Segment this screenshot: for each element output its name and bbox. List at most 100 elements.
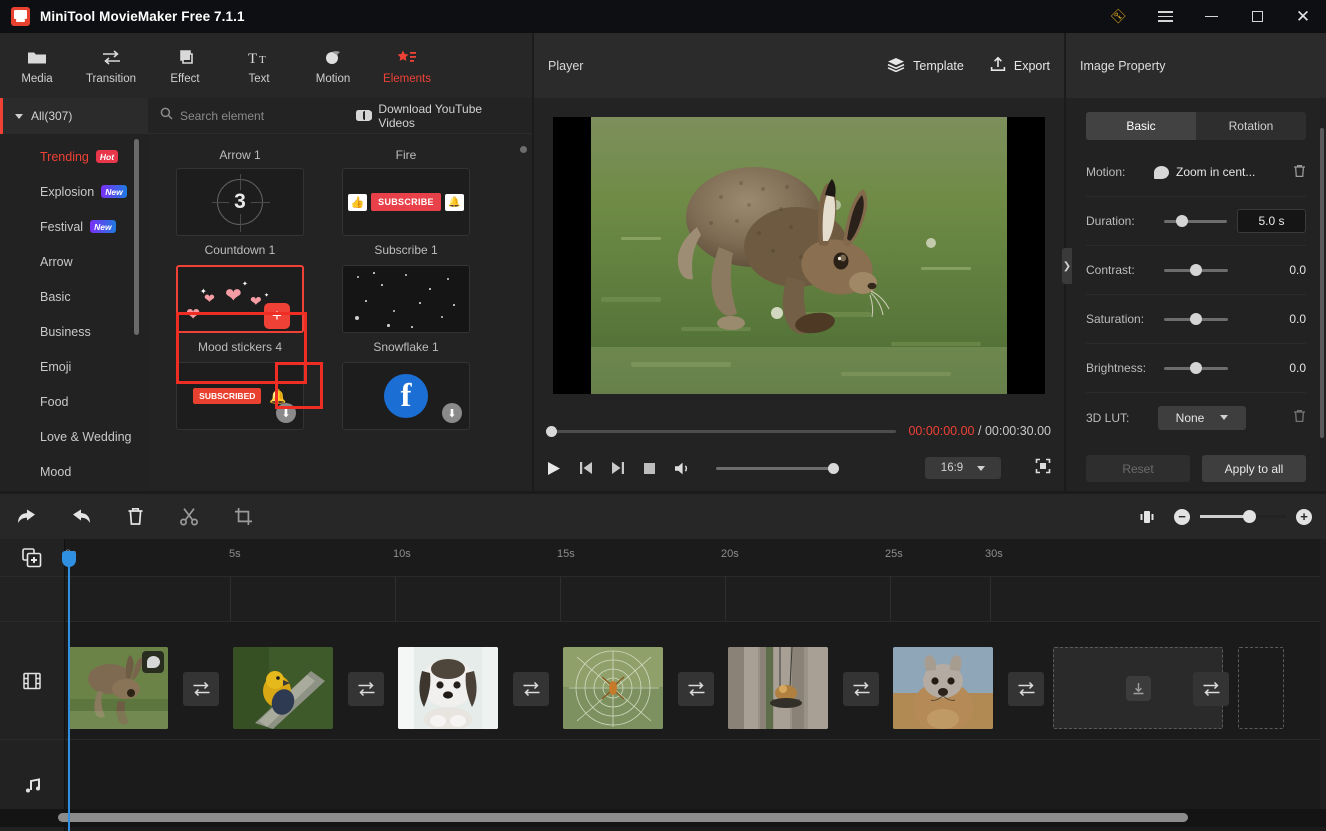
aspect-ratio-select[interactable]: 16:9 [925, 457, 1001, 479]
duration-value[interactable]: 5.0 s [1237, 209, 1306, 233]
tab-motion[interactable]: Motion [296, 33, 370, 98]
tab-rotation[interactable]: Rotation [1196, 112, 1306, 140]
category-item-mood[interactable]: Mood [0, 454, 148, 489]
timeline-scroll-thumb[interactable] [58, 813, 1188, 822]
timeline-clip-yellow-bird[interactable] [233, 647, 333, 729]
tab-basic[interactable]: Basic [1086, 112, 1196, 140]
menu-icon[interactable] [1142, 0, 1188, 33]
download-icon[interactable]: ⬇ [442, 403, 462, 423]
add-media-button[interactable] [0, 539, 64, 576]
element-card-countdown-1[interactable]: 3 Countdown 1 [176, 168, 304, 265]
transition-slot[interactable] [1193, 672, 1229, 706]
next-frame-button[interactable] [611, 461, 625, 475]
category-item-arrow[interactable]: Arrow [0, 244, 148, 279]
element-card-mood-stickers-4[interactable]: ❤ ❤ ❤ ❤ ❤ ✦ ✦ ✦ + Mood stickers 4 [176, 265, 304, 362]
zoom-slider[interactable] [1200, 510, 1286, 523]
tab-elements[interactable]: Elements [370, 33, 444, 98]
timeline-clip-hare[interactable] [68, 647, 168, 729]
timeline-clip-shih-tzu-dog[interactable] [398, 647, 498, 729]
timeline-ruler[interactable]: 0s 5s 10s 15s 20s 25s 30s [65, 539, 1326, 576]
delete-motion-icon[interactable] [1293, 164, 1306, 181]
tab-text[interactable]: TT Text [222, 33, 296, 98]
lut-select[interactable]: None [1158, 405, 1246, 430]
volume-slider[interactable] [716, 462, 839, 474]
element-card-snowflake-1[interactable]: Snowflake 1 [342, 265, 470, 362]
transition-slot[interactable] [843, 672, 879, 706]
brightness-slider-handle[interactable] [1190, 362, 1202, 374]
motion-value[interactable]: Zoom in cent... [1154, 165, 1255, 179]
category-all[interactable]: All(307) [0, 98, 148, 134]
tab-media[interactable]: Media [0, 33, 74, 98]
template-button[interactable]: Template [887, 57, 964, 75]
element-card-subscribed[interactable]: SUBSCRIBED 🔔 ⬇ [176, 362, 304, 430]
transition-slot[interactable] [678, 672, 714, 706]
transition-slot[interactable] [348, 672, 384, 706]
category-scrollbar[interactable] [134, 139, 139, 335]
zoom-in-button[interactable]: + [1296, 508, 1312, 525]
timeline-horizontal-scrollbar[interactable] [0, 809, 1326, 827]
saturation-slider[interactable] [1164, 313, 1228, 325]
close-button[interactable]: ✕ [1280, 0, 1326, 33]
redo-button[interactable] [54, 494, 108, 539]
playhead[interactable] [62, 551, 76, 831]
reset-button[interactable]: Reset [1086, 455, 1190, 482]
download-youtube-videos-button[interactable]: Download YouTube Videos [355, 102, 520, 130]
volume-handle[interactable] [828, 462, 839, 474]
category-item-basic[interactable]: Basic [0, 279, 148, 314]
element-card-subscribe-1[interactable]: 👍 SUBSCRIBE 🔔 Subscribe 1 [342, 168, 470, 265]
element-thumbnail[interactable]: 👍 SUBSCRIBE 🔔 [342, 168, 470, 236]
tab-effect[interactable]: Effect [148, 33, 222, 98]
timeline-clip-squirrel[interactable] [893, 647, 993, 729]
brightness-slider[interactable] [1164, 362, 1228, 374]
category-item-love-wedding[interactable]: Love & Wedding [0, 419, 148, 454]
category-item-emoji[interactable]: Emoji [0, 349, 148, 384]
minimize-button[interactable] [1188, 0, 1234, 33]
export-button[interactable]: Export [990, 56, 1050, 75]
duration-slider[interactable] [1164, 215, 1228, 227]
transition-slot[interactable] [1008, 672, 1044, 706]
property-panel-scrollbar[interactable] [1320, 128, 1324, 438]
previous-frame-button[interactable] [579, 461, 593, 475]
fit-to-screen-button[interactable] [1120, 494, 1174, 539]
seek-handle[interactable] [546, 425, 557, 437]
element-thumbnail[interactable] [342, 265, 470, 333]
volume-icon[interactable] [674, 461, 692, 476]
contrast-slider[interactable] [1164, 264, 1228, 276]
stop-button[interactable] [643, 462, 656, 475]
crop-button[interactable] [216, 494, 270, 539]
duration-slider-handle[interactable] [1176, 215, 1188, 227]
license-key-icon[interactable]: ⚿ [1096, 0, 1142, 33]
add-clip-slot-partial[interactable] [1238, 647, 1284, 729]
category-item-business[interactable]: Business [0, 314, 148, 349]
delete-button[interactable] [108, 494, 162, 539]
fullscreen-button[interactable] [1035, 458, 1051, 479]
maximize-button[interactable] [1234, 0, 1280, 33]
play-button[interactable] [547, 461, 561, 476]
timeline-header-video-track[interactable] [0, 621, 64, 739]
saturation-slider-handle[interactable] [1190, 313, 1202, 325]
element-card-facebook[interactable]: f ⬇ [342, 362, 470, 430]
element-thumbnail[interactable]: 3 [176, 168, 304, 236]
search-box[interactable] [160, 107, 348, 125]
category-item-festival[interactable]: Festival New [0, 209, 148, 244]
video-preview-area[interactable] [534, 98, 1064, 413]
tab-transition[interactable]: Transition [74, 33, 148, 98]
zoom-slider-handle[interactable] [1243, 510, 1256, 523]
contrast-slider-handle[interactable] [1190, 264, 1202, 276]
download-icon[interactable]: ⬇ [276, 403, 296, 423]
element-thumbnail[interactable]: f ⬇ [342, 362, 470, 430]
timeline-lane-top[interactable] [65, 576, 1326, 622]
element-thumbnail[interactable]: SUBSCRIBED 🔔 ⬇ [176, 362, 304, 430]
seek-bar[interactable] [546, 425, 897, 437]
add-element-button[interactable]: + [264, 303, 290, 329]
timeline-clip-spider-web[interactable] [563, 647, 663, 729]
elements-scrollbar[interactable] [520, 146, 527, 153]
delete-lut-icon[interactable] [1293, 409, 1306, 426]
element-thumbnail-selected[interactable]: ❤ ❤ ❤ ❤ ❤ ✦ ✦ ✦ + [176, 265, 304, 333]
category-item-trending[interactable]: Trending Hot [0, 139, 148, 174]
undo-button[interactable] [0, 494, 54, 539]
timeline-clip-bird-feeder[interactable] [728, 647, 828, 729]
collapse-panel-button[interactable]: ❯ [1062, 248, 1072, 284]
split-button[interactable] [162, 494, 216, 539]
category-item-explosion[interactable]: Explosion New [0, 174, 148, 209]
